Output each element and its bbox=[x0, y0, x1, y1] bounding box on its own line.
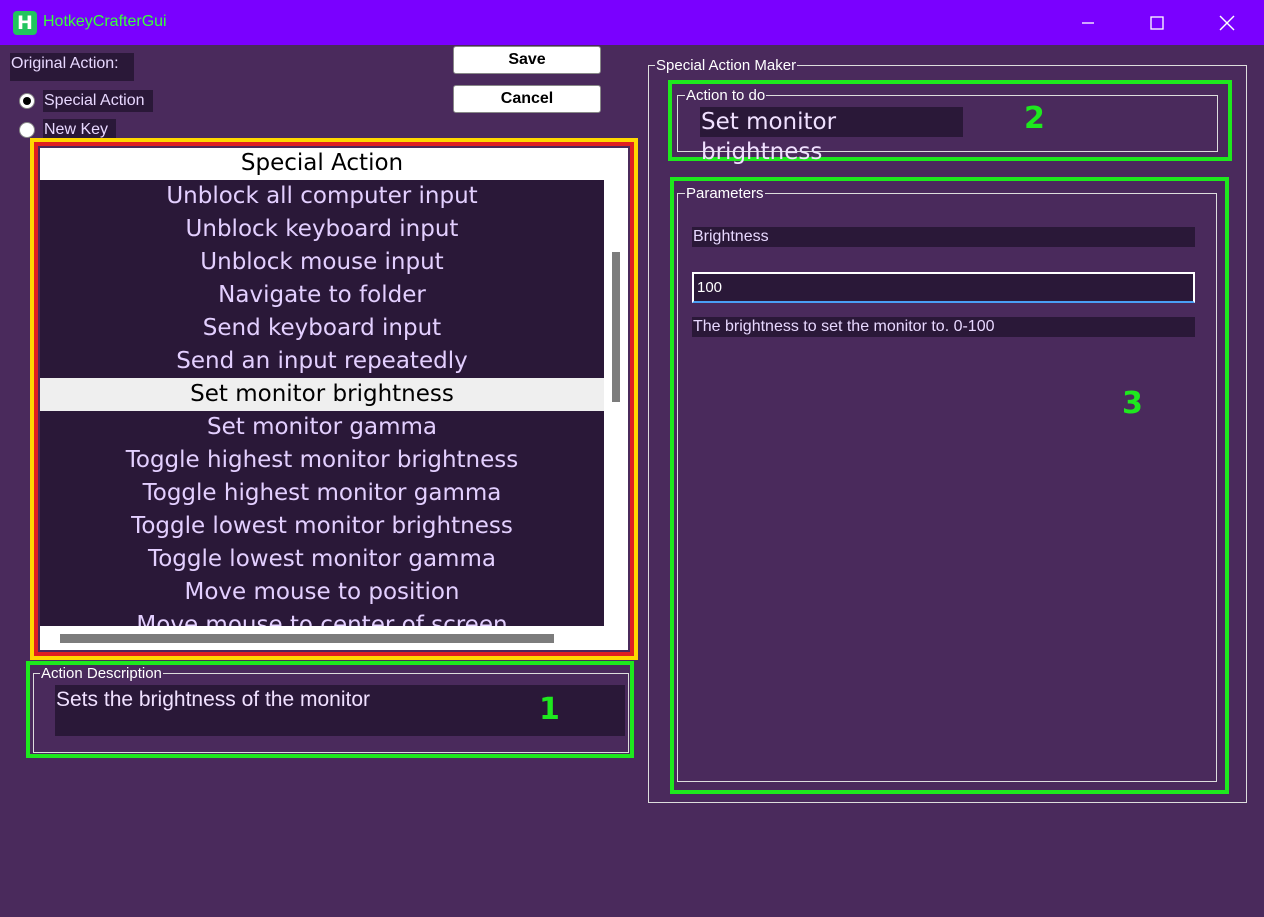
list-header: Special Action bbox=[40, 148, 604, 180]
minimize-button[interactable] bbox=[1053, 0, 1123, 45]
horizontal-scrollbar[interactable] bbox=[40, 626, 628, 650]
action-description-title: Action Description bbox=[40, 665, 163, 682]
list-item[interactable]: Toggle highest monitor gamma bbox=[40, 477, 604, 510]
list-item[interactable]: Unblock mouse input bbox=[40, 246, 604, 279]
minimize-icon bbox=[1082, 21, 1094, 24]
save-button[interactable]: Save bbox=[453, 46, 601, 74]
list-items: Special Action Unblock all computer inpu… bbox=[40, 148, 604, 642]
radio-button[interactable] bbox=[19, 122, 35, 138]
brightness-param-label: Brightness bbox=[692, 227, 1195, 247]
list-item[interactable]: Move mouse to position bbox=[40, 576, 604, 609]
radio-button[interactable] bbox=[19, 93, 35, 109]
list-item[interactable]: Toggle lowest monitor gamma bbox=[40, 543, 604, 576]
brightness-param-description: The brightness to set the monitor to. 0-… bbox=[692, 317, 1195, 337]
radio-selected-dot bbox=[23, 97, 31, 105]
close-icon bbox=[1219, 15, 1235, 30]
maximize-button[interactable] bbox=[1122, 0, 1192, 45]
list-item[interactable]: Unblock all computer input bbox=[40, 180, 604, 213]
list-item[interactable]: Set monitor gamma bbox=[40, 411, 604, 444]
title-bar[interactable]: H HotkeyCrafterGui bbox=[0, 0, 1264, 45]
action-to-do-value: Set monitor brightness bbox=[700, 107, 963, 165]
list-item[interactable]: Toggle highest monitor brightness bbox=[40, 444, 604, 477]
annotation-marker-3: 3 bbox=[1122, 386, 1143, 421]
list-item[interactable]: Set monitor brightness bbox=[40, 378, 604, 411]
radio-special-action-label: Special Action bbox=[43, 90, 153, 112]
app-icon: H bbox=[13, 11, 37, 35]
annotation-marker-2: 2 bbox=[1024, 101, 1045, 136]
list-item[interactable]: Unblock keyboard input bbox=[40, 213, 604, 246]
maximize-icon bbox=[1150, 15, 1164, 30]
brightness-input[interactable] bbox=[692, 272, 1195, 303]
close-button[interactable] bbox=[1192, 0, 1262, 45]
horizontal-scroll-thumb[interactable] bbox=[60, 634, 554, 643]
window-title: HotkeyCrafterGui bbox=[43, 13, 167, 30]
list-item[interactable]: Navigate to folder bbox=[40, 279, 604, 312]
action-to-do-title: Action to do bbox=[685, 87, 767, 104]
cancel-button[interactable]: Cancel bbox=[453, 85, 601, 113]
vertical-scroll-thumb[interactable] bbox=[612, 252, 620, 402]
list-item[interactable]: Send keyboard input bbox=[40, 312, 604, 345]
vertical-scrollbar[interactable] bbox=[604, 148, 628, 626]
special-action-maker-title: Special Action Maker bbox=[655, 57, 798, 74]
annotation-marker-1: 1 bbox=[539, 692, 560, 727]
original-action-label: Original Action: bbox=[10, 53, 134, 81]
parameters-title: Parameters bbox=[685, 185, 765, 202]
list-item[interactable]: Toggle lowest monitor brightness bbox=[40, 510, 604, 543]
list-item[interactable]: Send an input repeatedly bbox=[40, 345, 604, 378]
radio-special-action[interactable]: Special Action bbox=[19, 90, 153, 112]
special-action-list[interactable]: Special Action Unblock all computer inpu… bbox=[40, 148, 628, 650]
